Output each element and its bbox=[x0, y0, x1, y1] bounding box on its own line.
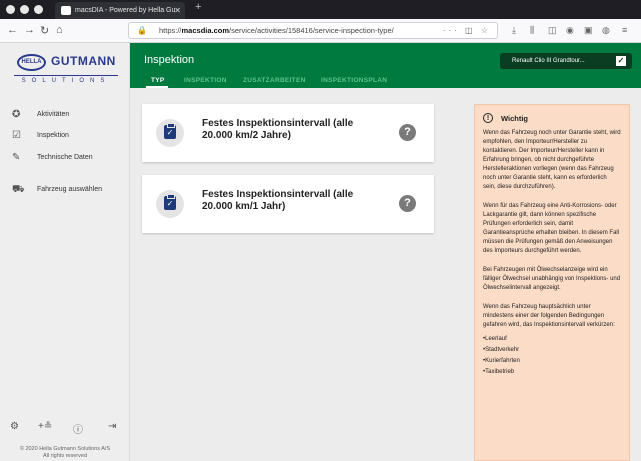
lock-icon: 🔒 bbox=[137, 26, 147, 35]
url-domain: macsdia.com bbox=[181, 26, 230, 35]
tab-zusatzarbeiten[interactable]: ZUSATZARBEITEN bbox=[243, 77, 306, 84]
info-paragraph: Wenn das Fahrzeug hauptsächlich unter mi… bbox=[483, 304, 615, 328]
new-tab-icon[interactable]: + bbox=[195, 1, 201, 13]
extension-icon-2[interactable]: ▣ bbox=[584, 25, 593, 36]
info-title: Wichtig bbox=[501, 114, 529, 123]
clipboard-check-icon: ✓ bbox=[164, 194, 176, 210]
window-minimize-icon[interactable] bbox=[20, 5, 29, 14]
main-content: ✓ Festes Inspektionsintervall (alle 20.0… bbox=[130, 88, 641, 461]
help-icon[interactable]: ? bbox=[399, 124, 416, 141]
sidebar-item-label: Fahrzeug auswählen bbox=[37, 186, 102, 193]
info-paragraph: Bei Fahrzeugen mit Ölwechselanzeige wird… bbox=[483, 267, 621, 291]
list-item: Stadtverkehr bbox=[483, 345, 621, 356]
inspection-type-card[interactable]: ✓ Festes Inspektionsintervall (alle 20.0… bbox=[142, 175, 434, 233]
tab-typ[interactable]: TYP bbox=[151, 77, 165, 84]
info-paragraph: Wenn das Fahrzeug noch unter Garantie st… bbox=[483, 130, 621, 190]
tab-title: macsDIA - Powered by Hella Gu bbox=[75, 7, 176, 14]
url-prefix: https:// bbox=[159, 26, 182, 35]
downloads-icon[interactable]: ⤓ bbox=[512, 25, 516, 36]
forward-icon[interactable]: → bbox=[24, 24, 35, 36]
card-title-line-1: Festes Inspektionsintervall (alle bbox=[202, 118, 354, 129]
favicon-icon bbox=[61, 6, 71, 15]
url-path: /service/activities/158416/service-inspe… bbox=[229, 26, 394, 35]
copyright-line-1: © 2020 Hella Gutmann Solutions A/S bbox=[19, 446, 111, 452]
list-item: Leerlauf bbox=[483, 334, 621, 345]
sidebar-toggle-icon[interactable]: ◫ bbox=[548, 25, 557, 36]
extension-icon-3[interactable]: ◍ bbox=[602, 25, 610, 36]
list-item: Kurierfahrten bbox=[483, 356, 621, 367]
hella-gutmann-logo: HELLA GUTMANN SOLUTIONS bbox=[8, 51, 122, 87]
help-icon[interactable]: ? bbox=[399, 195, 416, 212]
logo-hella: HELLA bbox=[17, 54, 46, 71]
sidebar-item-inspektion[interactable]: ☑ Inspektion bbox=[0, 127, 130, 145]
url-actions[interactable]: ··· ◫ ☆ bbox=[443, 23, 491, 38]
logo-solutions: SOLUTIONS bbox=[14, 75, 118, 84]
tab-close-icon[interactable]: ✕ bbox=[174, 2, 181, 19]
card-title-line-2: 20.000 km/2 Jahre) bbox=[202, 130, 291, 141]
clipboard-check-icon: ✓ bbox=[164, 123, 176, 139]
card-icon-circle: ✓ bbox=[156, 119, 184, 147]
add-user-icon[interactable]: +≗ bbox=[38, 421, 52, 432]
sidebar: HELLA GUTMANN SOLUTIONS ✪ Aktivitäten ☑ … bbox=[0, 43, 130, 461]
list-item: Taxibetrieb bbox=[483, 367, 621, 378]
copyright: © 2020 Hella Gutmann Solutions A/S All r… bbox=[0, 446, 130, 460]
window-maximize-icon[interactable] bbox=[34, 5, 43, 14]
sidebar-item-label: Inspektion bbox=[37, 132, 69, 139]
extension-icon[interactable]: ◉ bbox=[566, 25, 574, 36]
sidebar-item-label: Aktivitäten bbox=[37, 111, 70, 118]
card-title-line-1: Festes Inspektionsintervall (alle bbox=[202, 189, 354, 200]
vehicle-button-label: Renault Clio III Grandtour... bbox=[512, 58, 585, 64]
card-title: Festes Inspektionsintervall (alle 20.000… bbox=[202, 118, 392, 142]
page-header: Inspektion Renault Clio III Grandtour...… bbox=[130, 43, 641, 88]
reload-icon[interactable]: ↻ bbox=[40, 24, 49, 37]
vehicle-button[interactable]: Renault Clio III Grandtour... ✓ bbox=[500, 53, 632, 69]
card-icon-circle: ✓ bbox=[156, 190, 184, 218]
page-title: Inspektion bbox=[144, 54, 195, 66]
info-header: ! Wichtig bbox=[483, 113, 621, 129]
inspection-icon: ☑ bbox=[12, 130, 21, 141]
activity-icon: ✪ bbox=[12, 109, 21, 120]
menu-icon[interactable]: ≡ bbox=[622, 25, 627, 35]
card-title: Festes Inspektionsintervall (alle 20.000… bbox=[202, 189, 392, 213]
info-list: Leerlauf Stadtverkehr Kurierfahrten Taxi… bbox=[483, 334, 621, 378]
info-paragraph: Wenn für das Fahrzeug eine Anti-Korrosio… bbox=[483, 203, 620, 254]
window-close-icon[interactable] bbox=[6, 5, 15, 14]
url-field[interactable]: 🔒 https://macsdia.com/service/activities… bbox=[128, 22, 498, 39]
sidebar-item-fahrzeug-auswaehlen[interactable]: ⛟ Fahrzeug auswählen bbox=[0, 181, 130, 199]
sidebar-item-label: Technische Daten bbox=[37, 154, 93, 161]
tab-inspektionsplan[interactable]: INSPEKTIONSPLAN bbox=[321, 77, 387, 84]
settings-icon[interactable]: ⚙ bbox=[10, 421, 19, 432]
sidebar-item-technische-daten[interactable]: ✎ Technische Daten bbox=[0, 149, 130, 167]
logo-gutmann: GUTMANN bbox=[51, 54, 116, 68]
wrench-icon: ✎ bbox=[12, 152, 21, 163]
copyright-line-2: All rights reserved bbox=[42, 453, 88, 459]
back-icon[interactable]: ← bbox=[7, 24, 18, 36]
warning-icon: ! bbox=[483, 113, 493, 123]
inspection-type-card[interactable]: ✓ Festes Inspektionsintervall (alle 20.0… bbox=[142, 104, 434, 162]
library-icon[interactable]: ⫼ bbox=[530, 25, 534, 36]
card-title-line-2: 20.000 km/1 Jahr) bbox=[202, 201, 286, 212]
home-icon[interactable]: ⌂ bbox=[56, 24, 63, 36]
sidebar-item-aktivitaeten[interactable]: ✪ Aktivitäten bbox=[0, 106, 130, 124]
tab-inspektion[interactable]: INSPEKTION bbox=[184, 77, 227, 84]
logout-icon[interactable]: ⇥ bbox=[108, 421, 116, 432]
browser-tab-bar: macsDIA - Powered by Hella Gu ✕ + bbox=[0, 0, 641, 19]
browser-toolbar: ← → ↻ ⌂ 🔒 https://macsdia.com/service/ac… bbox=[0, 19, 641, 43]
car-icon: ⛟ bbox=[12, 184, 25, 195]
info-icon[interactable]: ⓘ bbox=[73, 421, 83, 436]
browser-tab[interactable]: macsDIA - Powered by Hella Gu ✕ bbox=[55, 2, 185, 19]
check-icon: ✓ bbox=[616, 56, 626, 66]
important-info-panel: ! Wichtig Wenn das Fahrzeug noch unter G… bbox=[474, 104, 630, 461]
